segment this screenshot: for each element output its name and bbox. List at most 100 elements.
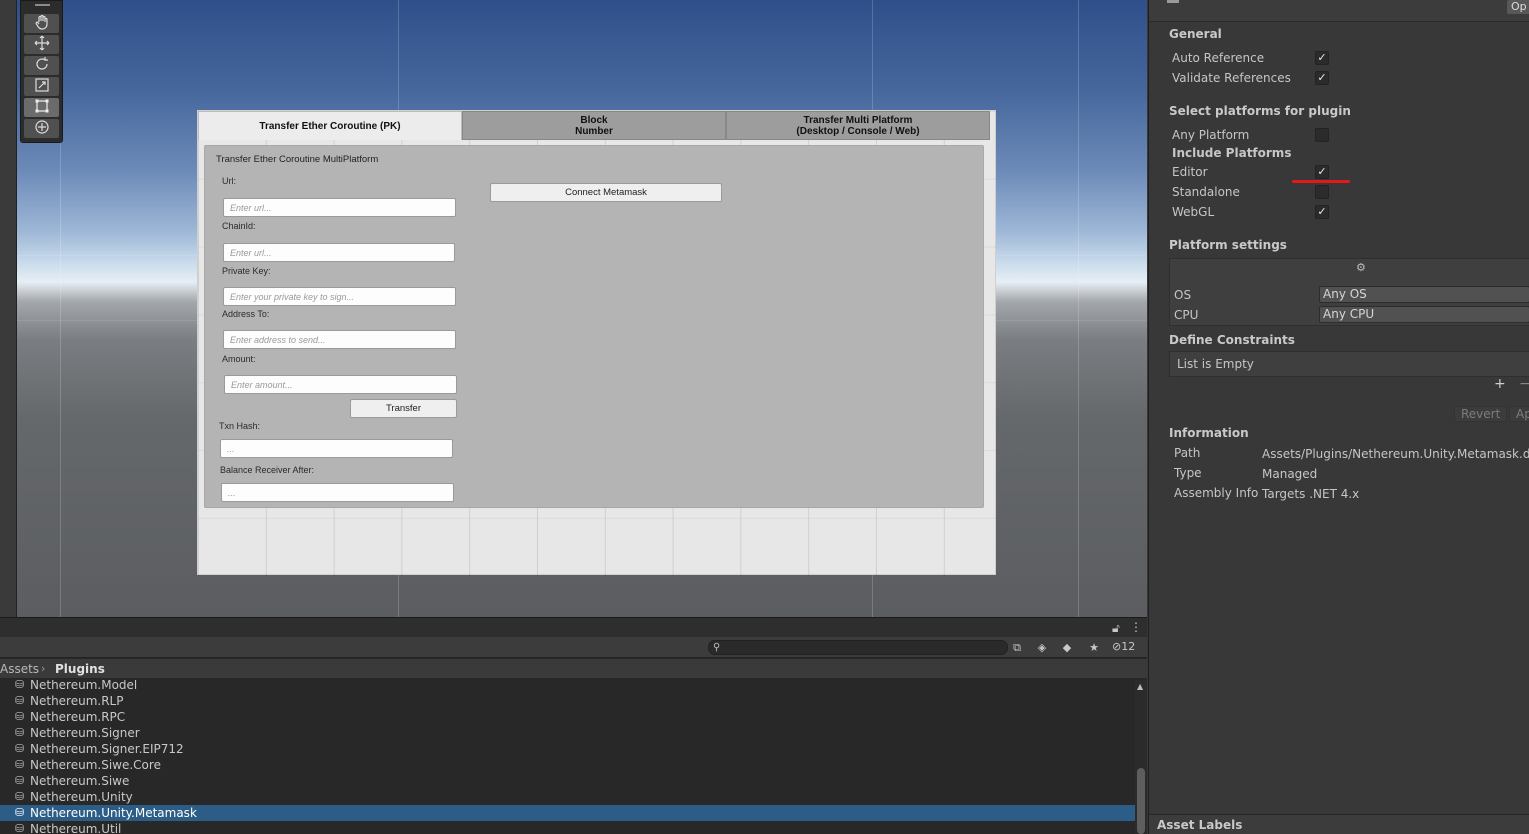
breadcrumb-assets[interactable]: Assets	[0, 659, 39, 679]
amount-input[interactable]: Enter amount...	[224, 375, 457, 394]
scene-view[interactable]: Transfer Ether Coroutine (PK) Block Numb…	[0, 0, 1147, 617]
open-button[interactable]: Op	[1507, 0, 1529, 14]
editor-platform-checkbox[interactable]: ✓	[1315, 165, 1329, 179]
asset-labels-header[interactable]: Asset Labels	[1149, 814, 1529, 834]
address-to-input[interactable]: Enter address to send...	[223, 330, 456, 349]
hidden-count-text: 12	[1121, 640, 1136, 653]
webgl-platform-checkbox[interactable]: ✓	[1315, 205, 1329, 219]
section-title: Transfer Ether Coroutine MultiPlatform	[216, 154, 379, 165]
list-item[interactable]: ⛁ Nethereum.Util	[0, 821, 1135, 834]
file-name: Nethereum.Model	[30, 680, 138, 692]
eye-slash-icon: ⊘	[1112, 640, 1122, 653]
remove-constraint-button[interactable]: −	[1519, 376, 1529, 392]
information-heading: Information	[1169, 426, 1249, 440]
txn-hash-input[interactable]: ...	[220, 439, 453, 458]
type-value: Managed	[1262, 467, 1318, 481]
chevron-right-icon: ›	[41, 662, 46, 675]
file-name: Nethereum.Util	[30, 822, 122, 834]
scrollbar-thumb[interactable]	[1137, 768, 1145, 834]
inspector-header: Op	[1149, 0, 1529, 22]
revert-button[interactable]: Revert	[1454, 406, 1507, 422]
file-name: Nethereum.Siwe.Core	[30, 758, 161, 772]
os-label: OS	[1174, 288, 1192, 302]
any-platform-checkbox[interactable]	[1315, 128, 1329, 142]
asset-file-list: ⛁ Nethereum.Model ⛁ Nethereum.RLP ⛁ Nethere…	[0, 680, 1135, 834]
balance-after-label: Balance Receiver After:	[220, 465, 315, 475]
search-by-type-icon[interactable]: ⧉	[1008, 640, 1026, 655]
red-annotation-underline	[1292, 180, 1350, 183]
chainid-input[interactable]: Enter url...	[223, 243, 455, 262]
tab-transfer-ether-coroutine[interactable]: Transfer Ether Coroutine (PK)	[198, 111, 462, 140]
list-item[interactable]: ⛁ Nethereum.Siwe.Core	[0, 757, 1135, 773]
list-item[interactable]: ⛁ Nethereum.RPC	[0, 709, 1135, 725]
breadcrumb-plugins[interactable]: Plugins	[55, 659, 105, 679]
rotate-tool-button[interactable]	[24, 56, 59, 75]
game-ui-tabs: Transfer Ether Coroutine (PK) Block Numb…	[198, 111, 990, 140]
list-item[interactable]: ⛁ Nethereum.Signer	[0, 725, 1135, 741]
url-input[interactable]: Enter url...	[223, 198, 456, 217]
transform-tool-button[interactable]	[24, 119, 59, 138]
file-name: Nethereum.Signer	[30, 726, 140, 740]
scroll-up-icon[interactable]: ▲	[1137, 682, 1143, 691]
platform-settings-heading: Platform settings	[1169, 238, 1287, 252]
project-search-input[interactable]: ⚲	[708, 640, 1008, 655]
address-to-label: Address To:	[222, 309, 270, 319]
plugin-icon: ⛁	[15, 694, 25, 707]
kebab-icon[interactable]: ⋮	[1130, 620, 1142, 634]
list-item[interactable]: ⛁ Nethereum.Model	[0, 680, 1135, 693]
list-item[interactable]: ⛁ Nethereum.RLP	[0, 693, 1135, 709]
add-constraint-button[interactable]: +	[1494, 376, 1506, 392]
standalone-platform-checkbox[interactable]	[1315, 185, 1329, 199]
general-heading: General	[1169, 27, 1222, 41]
plugin-icon: ⛁	[15, 726, 25, 739]
transform-icon	[34, 119, 50, 139]
list-item[interactable]: ⛁ Nethereum.Signer.EIP712	[0, 741, 1135, 757]
hand-tool-button[interactable]	[24, 14, 59, 33]
favorite-star-icon[interactable]: ★	[1085, 640, 1103, 655]
rect-tool-button[interactable]	[24, 98, 59, 117]
apply-button[interactable]: Ap	[1509, 406, 1529, 422]
assembly-info-label: Assembly Info	[1174, 486, 1259, 500]
list-item[interactable]: ⛁ Nethereum.Siwe	[0, 773, 1135, 789]
toolbar-grip[interactable]	[35, 4, 50, 6]
standalone-platform-label: Standalone	[1172, 185, 1240, 199]
tab-block-number[interactable]: Block Number	[462, 111, 726, 140]
cpu-dropdown[interactable]: Any CPU	[1319, 306, 1529, 323]
project-tab-bar: 🔓︎ ⋮	[0, 617, 1147, 637]
auto-reference-label: Auto Reference	[1172, 51, 1265, 65]
rect-icon	[34, 98, 50, 118]
assembly-info-value: Targets .NET 4.x	[1262, 487, 1360, 501]
filter-by-label-icon[interactable]: ◆	[1058, 640, 1076, 655]
list-item-selected[interactable]: ⛁ Nethereum.Unity.Metamask	[0, 805, 1135, 821]
hidden-packages-toggle[interactable]: ⊘12	[1112, 640, 1135, 653]
any-platform-label: Any Platform	[1172, 128, 1250, 142]
connect-metamask-button[interactable]: Connect Metamask	[490, 183, 722, 202]
tab-transfer-multi-platform[interactable]: Transfer Multi Platform (Desktop / Conso…	[726, 111, 990, 140]
project-toolbar: ⚲ ⧉ ◈ ◆ ★ ⊘12	[0, 637, 1147, 658]
balance-after-input[interactable]: ...	[221, 483, 454, 502]
validate-references-checkbox[interactable]: ✓	[1315, 71, 1329, 85]
scale-tool-button[interactable]	[24, 77, 59, 96]
breadcrumb: Assets › Plugins	[0, 659, 1147, 679]
filter-by-type-icon[interactable]: ◈	[1033, 640, 1051, 655]
file-list-scrollbar[interactable]: ▲	[1135, 680, 1147, 834]
plugin-icon: ⛁	[15, 822, 25, 834]
define-constraints-heading: Define Constraints	[1169, 333, 1295, 347]
transfer-form-panel: Transfer Ether Coroutine MultiPlatform U…	[204, 145, 984, 508]
list-empty-text: List is Empty	[1177, 357, 1254, 371]
auto-reference-checkbox[interactable]: ✓	[1315, 51, 1329, 65]
rotate-icon	[34, 56, 50, 76]
inspector-header-glyph	[1167, 0, 1179, 3]
transfer-button[interactable]: Transfer	[350, 399, 457, 418]
include-platforms-heading: Include Platforms	[1172, 146, 1292, 160]
file-name: Nethereum.Siwe	[30, 774, 130, 788]
file-name: Nethereum.RLP	[30, 694, 124, 708]
move-tool-button[interactable]	[24, 35, 59, 54]
define-constraints-list: List is Empty	[1169, 351, 1529, 377]
file-name: Nethereum.Unity.Metamask	[30, 806, 197, 820]
os-dropdown[interactable]: Any OS	[1319, 286, 1529, 303]
private-key-input[interactable]: Enter your private key to sign...	[223, 287, 456, 306]
list-item[interactable]: ⛁ Nethereum.Unity	[0, 789, 1135, 805]
editor-platform-icon: ⚙	[1356, 261, 1366, 274]
lock-icon[interactable]: 🔓︎	[1112, 621, 1120, 636]
